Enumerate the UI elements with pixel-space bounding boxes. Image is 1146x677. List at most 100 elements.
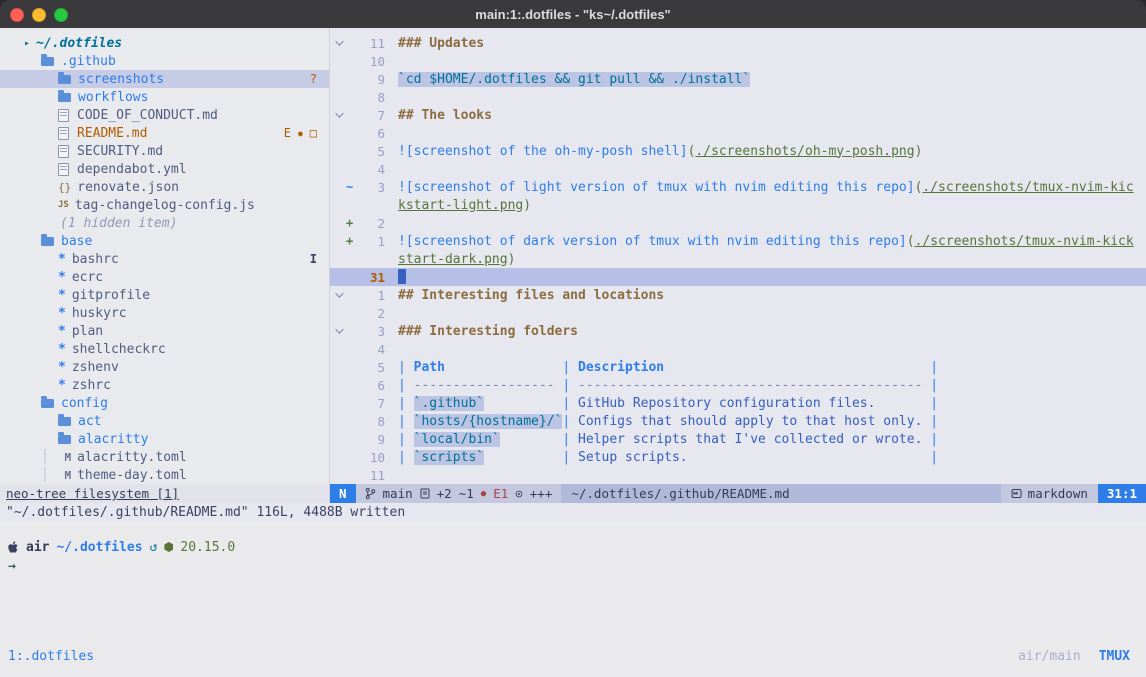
tmux-label: TMUX xyxy=(1099,649,1130,664)
tree-item[interactable]: workflows xyxy=(0,88,329,106)
titlebar: main:1:.dotfiles - "ks~/.dotfiles" xyxy=(0,0,1146,28)
editor-line[interactable]: 7## The looks xyxy=(330,106,1146,124)
tree-item[interactable]: │ Mtheme-day.toml xyxy=(0,466,329,484)
tree-item-label: screenshots xyxy=(78,72,164,87)
tree-item[interactable]: *gitprofile xyxy=(0,286,329,304)
folder-icon xyxy=(58,75,71,84)
tree-item[interactable]: .github xyxy=(0,52,329,70)
editor-line[interactable]: 9| `local/bin` | Helper scripts that I'v… xyxy=(330,430,1146,448)
editor-line[interactable]: +2 xyxy=(330,214,1146,232)
tree-item[interactable]: screenshots? xyxy=(0,70,329,88)
config-file-icon: * xyxy=(58,252,66,267)
tree-item-label: alacritty xyxy=(78,432,148,447)
line-number: 4 xyxy=(359,342,385,357)
editor-line[interactable]: 8 xyxy=(330,88,1146,106)
unstaged-badge: □ xyxy=(310,126,317,140)
tmux-window-tab[interactable]: 1:.dotfiles xyxy=(8,649,94,664)
tree-item-badges: E●□ xyxy=(284,126,317,140)
tree-item-label: renovate.json xyxy=(77,180,179,195)
line-number: 1 xyxy=(359,288,385,303)
editor-line[interactable]: 1## Interesting files and locations xyxy=(330,286,1146,304)
tree-item[interactable]: CODE_OF_CONDUCT.md xyxy=(0,106,329,124)
editor-line[interactable]: 5![screenshot of the oh-my-posh shell](.… xyxy=(330,142,1146,160)
tree-item[interactable]: JStag-changelog-config.js xyxy=(0,196,329,214)
line-number: 10 xyxy=(359,54,385,69)
editor-line[interactable]: kstart-light.png) xyxy=(330,196,1146,214)
minimize-button[interactable] xyxy=(32,8,46,22)
javascript-icon: JS xyxy=(58,200,69,210)
tree-item[interactable]: README.mdE●□ xyxy=(0,124,329,142)
editor-line[interactable]: 7 | `.github` | GitHub Repository configu… xyxy=(330,394,1146,412)
line-text: start-dark.png) xyxy=(398,252,515,267)
line-text: | `.github` | GitHub Repository configur… xyxy=(398,396,938,411)
line-number: 2 xyxy=(359,306,385,321)
editor-line[interactable]: 9`cd $HOME/.dotfiles && git pull && ./in… xyxy=(330,70,1146,88)
line-number: 5 xyxy=(359,360,385,375)
tree-item[interactable]: *huskyrc xyxy=(0,304,329,322)
line-number: 4 xyxy=(359,162,385,177)
tree-item[interactable]: │ Malacritty.toml xyxy=(0,448,329,466)
tree-item[interactable]: act xyxy=(0,412,329,430)
cursor xyxy=(398,269,406,284)
tree-item[interactable]: ▸~/.dotfiles xyxy=(0,34,329,52)
editor-line[interactable]: 3### Interesting folders xyxy=(330,322,1146,340)
editor-line[interactable]: 4 xyxy=(330,160,1146,178)
editor-line[interactable]: 5 | Path | Description | xyxy=(330,358,1146,376)
git-diff-changed: ~1 xyxy=(459,486,474,501)
tree-item-label: theme-day.toml xyxy=(77,468,187,483)
config-file-icon: * xyxy=(58,324,66,339)
tree-item[interactable]: *shellcheckrc xyxy=(0,340,329,358)
tree-item[interactable]: base xyxy=(0,232,329,250)
statusline-filepath: ~/.dotfiles/.github/README.md xyxy=(571,486,789,501)
line-text: | Path | Description | xyxy=(398,360,938,375)
tree-item-label: shellcheckrc xyxy=(72,342,166,357)
tree-item[interactable]: (1 hidden item) xyxy=(0,214,329,232)
git-sync-icon: ↺ xyxy=(150,540,158,555)
shell-prompt: air ~/.dotfiles ↺ 20.15.0 xyxy=(8,538,1136,556)
tree-item[interactable]: *ecrc xyxy=(0,268,329,286)
git-sign-column: + xyxy=(346,234,359,248)
close-button[interactable] xyxy=(10,8,24,22)
tree-item[interactable]: *zshenv xyxy=(0,358,329,376)
modified-dot-badge: ● xyxy=(298,129,303,138)
prompt-input-arrow[interactable]: → xyxy=(8,559,1136,577)
config-file-icon: * xyxy=(58,378,66,393)
tree-item[interactable]: dependabot.yml xyxy=(0,160,329,178)
editor-line[interactable]: 10 xyxy=(330,52,1146,70)
tmux-session-name: air/main xyxy=(1018,649,1081,664)
editor-line[interactable]: ~3![screenshot of light version of tmux … xyxy=(330,178,1146,196)
tree-item[interactable]: config xyxy=(0,394,329,412)
tree-item[interactable]: {}renovate.json xyxy=(0,178,329,196)
shell-area[interactable]: air ~/.dotfiles ↺ 20.15.0 → 1:.dotfiles … xyxy=(0,522,1146,677)
tree-item-label: ~/.dotfiles xyxy=(36,36,122,51)
editor-line[interactable]: 8| `hosts/{hostname}/`| Configs that sho… xyxy=(330,412,1146,430)
editor-line[interactable]: start-dark.png) xyxy=(330,250,1146,268)
tree-item-label: alacritty.toml xyxy=(77,450,187,465)
editor-line[interactable]: 6 xyxy=(330,124,1146,142)
line-number: 9 xyxy=(359,432,385,447)
editor-line[interactable]: 10| `scripts` | Setup scripts. | xyxy=(330,448,1146,466)
editor-buffer: 11### Updates 109`cd $HOME/.dotfiles && g… xyxy=(330,28,1146,484)
neo-tree-statusline: neo-tree filesystem [1] xyxy=(0,484,330,503)
editor-line[interactable]: +1![screenshot of dark version of tmux w… xyxy=(330,232,1146,250)
document-icon xyxy=(58,145,69,158)
editor-line[interactable]: 11 xyxy=(330,466,1146,484)
tree-item[interactable]: *zshrc xyxy=(0,376,329,394)
editor-line[interactable]: 2 xyxy=(330,304,1146,322)
tree-item[interactable]: SECURITY.md xyxy=(0,142,329,160)
document-icon xyxy=(58,109,69,122)
line-number: 8 xyxy=(359,90,385,105)
fold-column xyxy=(330,112,346,118)
line-number: 7 xyxy=(359,396,385,411)
zoom-button[interactable] xyxy=(54,8,68,22)
editor-line[interactable]: 4 xyxy=(330,340,1146,358)
tree-item[interactable]: *plan xyxy=(0,322,329,340)
tree-item[interactable]: alacritty xyxy=(0,430,329,448)
indent-guide: │ xyxy=(41,450,64,465)
editor-line[interactable]: 6| ------------------ | ----------------… xyxy=(330,376,1146,394)
config-file-icon: * xyxy=(58,288,66,303)
editor-line[interactable]: 11### Updates xyxy=(330,34,1146,52)
tree-item[interactable]: *bashrcI xyxy=(0,250,329,268)
editor-line[interactable]: 31 xyxy=(330,268,1146,286)
line-number: 8 xyxy=(359,414,385,429)
